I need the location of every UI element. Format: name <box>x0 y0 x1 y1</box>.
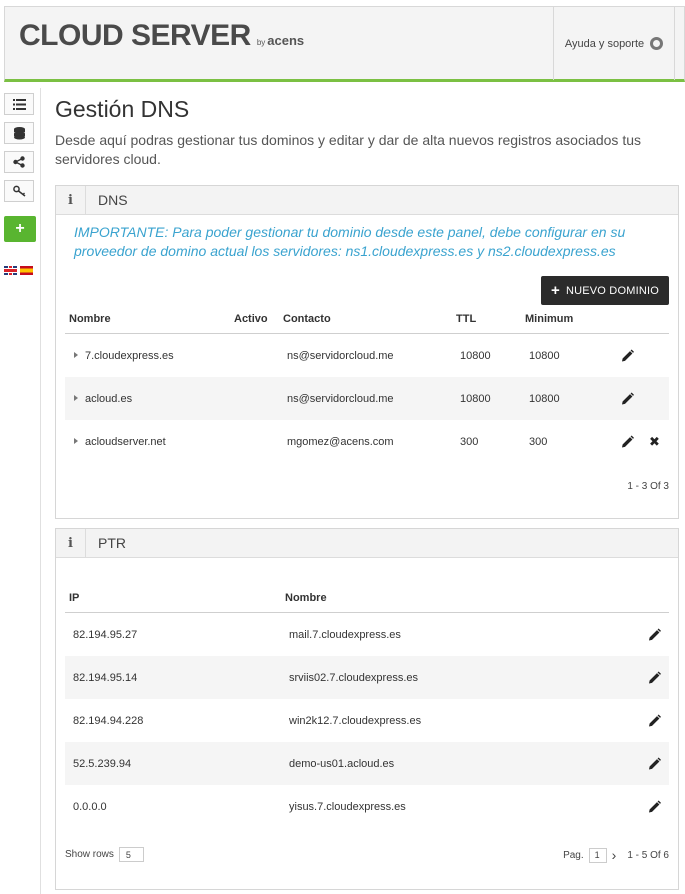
pencil-icon[interactable] <box>621 435 634 448</box>
new-domain-label: NUEVO DOMINIO <box>565 284 659 297</box>
caret-right-icon <box>74 394 78 401</box>
domain-ttl: 10800 <box>460 392 491 405</box>
page-input[interactable]: 1 <box>588 847 607 863</box>
uk-flag-icon[interactable] <box>4 266 17 275</box>
table-row[interactable]: acloud.es ns@servidorcloud.me 10800 1080… <box>65 377 669 420</box>
app-header: CLOUD SERVER by acens Ayuda y soporte <box>4 6 685 82</box>
col-minimum[interactable]: Minimum <box>525 313 573 325</box>
ptr-panel-header: i PTR <box>56 528 678 558</box>
col-ip[interactable]: IP <box>69 592 79 604</box>
logo-text: CLOUD SERVER <box>19 19 251 52</box>
domain-minimum: 300 <box>529 435 548 448</box>
domain-contact: ns@servidorcloud.me <box>287 349 394 362</box>
table-row[interactable]: 82.194.95.14 srviis02.7.cloudexpress.es <box>65 656 669 699</box>
logo-by: by <box>256 38 266 47</box>
domain-ttl: 300 <box>460 435 479 448</box>
ptr-name: mail.7.cloudexpress.es <box>289 628 401 641</box>
table-row[interactable]: 7.cloudexpress.es ns@servidorcloud.me 10… <box>65 334 669 377</box>
page-label: Pag. <box>563 849 584 861</box>
ptr-panel-title: PTR <box>98 535 126 551</box>
col-activo[interactable]: Activo <box>234 313 268 325</box>
table-row[interactable]: 52.5.239.94 demo-us01.acloud.es <box>65 742 669 785</box>
col-ttl[interactable]: TTL <box>456 313 476 325</box>
ptr-table-header: IP Nombre <box>65 587 669 613</box>
logo-brand: acens <box>267 33 305 48</box>
ptr-pager: 1 - 5 Of 6 <box>627 849 669 861</box>
table-row[interactable]: 0.0.0.0 yisus.7.cloudexpress.es <box>65 785 669 828</box>
chevron-right-icon[interactable]: › <box>612 847 617 863</box>
help-support-label: Ayuda y soporte <box>564 37 645 50</box>
table-row[interactable]: 82.194.94.228 win2k12.7.cloudexpress.es <box>65 699 669 742</box>
domain-ttl: 10800 <box>460 349 491 362</box>
pencil-icon[interactable] <box>648 714 661 727</box>
ptr-name: demo-us01.acloud.es <box>289 757 395 770</box>
close-icon[interactable]: ✖ <box>649 434 660 450</box>
domain-contact: mgomez@acens.com <box>287 435 394 448</box>
key-icon <box>12 185 25 197</box>
ptr-pagination: Pag. 1 › 1 - 5 Of 6 <box>563 847 669 863</box>
logo[interactable]: CLOUD SERVER by acens <box>19 19 304 53</box>
ptr-name: srviis02.7.cloudexpress.es <box>289 671 419 684</box>
language-selector <box>4 266 33 275</box>
pencil-icon[interactable] <box>621 392 634 405</box>
pencil-icon[interactable] <box>648 671 661 684</box>
show-rows-control: Show rows 5 <box>65 847 144 862</box>
dns-table-header: Nombre Activo Contacto TTL Minimum <box>65 308 669 334</box>
col-nombre[interactable]: Nombre <box>69 313 111 325</box>
dns-panel: i DNS IMPORTANTE: Para poder gestionar t… <box>55 185 679 519</box>
ptr-ip: 52.5.239.94 <box>73 757 132 770</box>
table-row[interactable]: 82.194.95.27 mail.7.cloudexpress.es <box>65 613 669 656</box>
lifebuoy-icon <box>650 37 664 50</box>
database-icon <box>13 126 25 139</box>
domain-minimum: 10800 <box>529 349 560 362</box>
domain-name[interactable]: 7.cloudexpress.es <box>74 350 174 362</box>
dns-table: Nombre Activo Contacto TTL Minimum 7.clo… <box>65 308 669 463</box>
domain-name[interactable]: acloud.es <box>74 393 132 405</box>
pencil-icon[interactable] <box>648 628 661 641</box>
col-contacto[interactable]: Contacto <box>283 313 331 325</box>
add-button[interactable]: + <box>4 216 36 242</box>
sidebar-item-list[interactable] <box>4 93 34 115</box>
ptr-name: yisus.7.cloudexpress.es <box>289 800 406 813</box>
show-rows-input[interactable]: 5 <box>118 847 144 862</box>
list-icon <box>12 98 26 110</box>
plus-icon: + <box>15 220 25 237</box>
help-support-button[interactable]: Ayuda y soporte <box>553 7 675 80</box>
share-icon <box>13 156 25 168</box>
ptr-ip: 82.194.94.228 <box>73 714 144 727</box>
ptr-ip: 82.194.95.27 <box>73 628 138 641</box>
show-rows-label: Show rows <box>65 849 114 860</box>
ptr-ip: 82.194.95.14 <box>73 671 138 684</box>
domain-minimum: 10800 <box>529 392 560 405</box>
new-domain-button[interactable]: + NUEVO DOMINIO <box>540 276 669 305</box>
pencil-icon[interactable] <box>648 800 661 813</box>
table-row[interactable]: acloudserver.net mgomez@acens.com 300 30… <box>65 420 669 463</box>
caret-right-icon <box>74 351 78 358</box>
page-title: Gestión DNS <box>55 96 190 122</box>
ptr-table: IP Nombre 82.194.95.27 mail.7.cloudexpre… <box>65 587 669 828</box>
sidebar-item-keys[interactable] <box>4 180 34 202</box>
info-icon[interactable]: i <box>56 528 86 558</box>
sidebar-item-database[interactable] <box>4 122 34 144</box>
left-sidebar: + <box>0 88 41 894</box>
pencil-icon[interactable] <box>648 757 661 770</box>
plus-icon: + <box>550 282 560 299</box>
sidebar-item-network[interactable] <box>4 151 34 173</box>
domain-contact: ns@servidorcloud.me <box>287 392 394 405</box>
page-intro: Desde aquí podras gestionar tus dominos … <box>55 132 641 167</box>
domain-name[interactable]: acloudserver.net <box>74 436 166 448</box>
dns-panel-title: DNS <box>98 192 128 208</box>
ptr-name: win2k12.7.cloudexpress.es <box>289 714 422 727</box>
pencil-icon[interactable] <box>621 349 634 362</box>
spain-flag-icon[interactable] <box>20 266 33 275</box>
info-icon[interactable]: i <box>56 185 86 215</box>
ptr-panel: i PTR IP Nombre 82.194.95.27 mail.7.clou… <box>55 528 679 890</box>
caret-right-icon <box>74 437 78 444</box>
ptr-ip: 0.0.0.0 <box>73 800 107 813</box>
dns-panel-header: i DNS <box>56 185 678 215</box>
important-notice: IMPORTANTE: Para poder gestionar tu domi… <box>74 224 626 259</box>
dns-pager: 1 - 3 Of 3 <box>627 481 669 492</box>
col-ptr-nombre[interactable]: Nombre <box>285 592 327 604</box>
